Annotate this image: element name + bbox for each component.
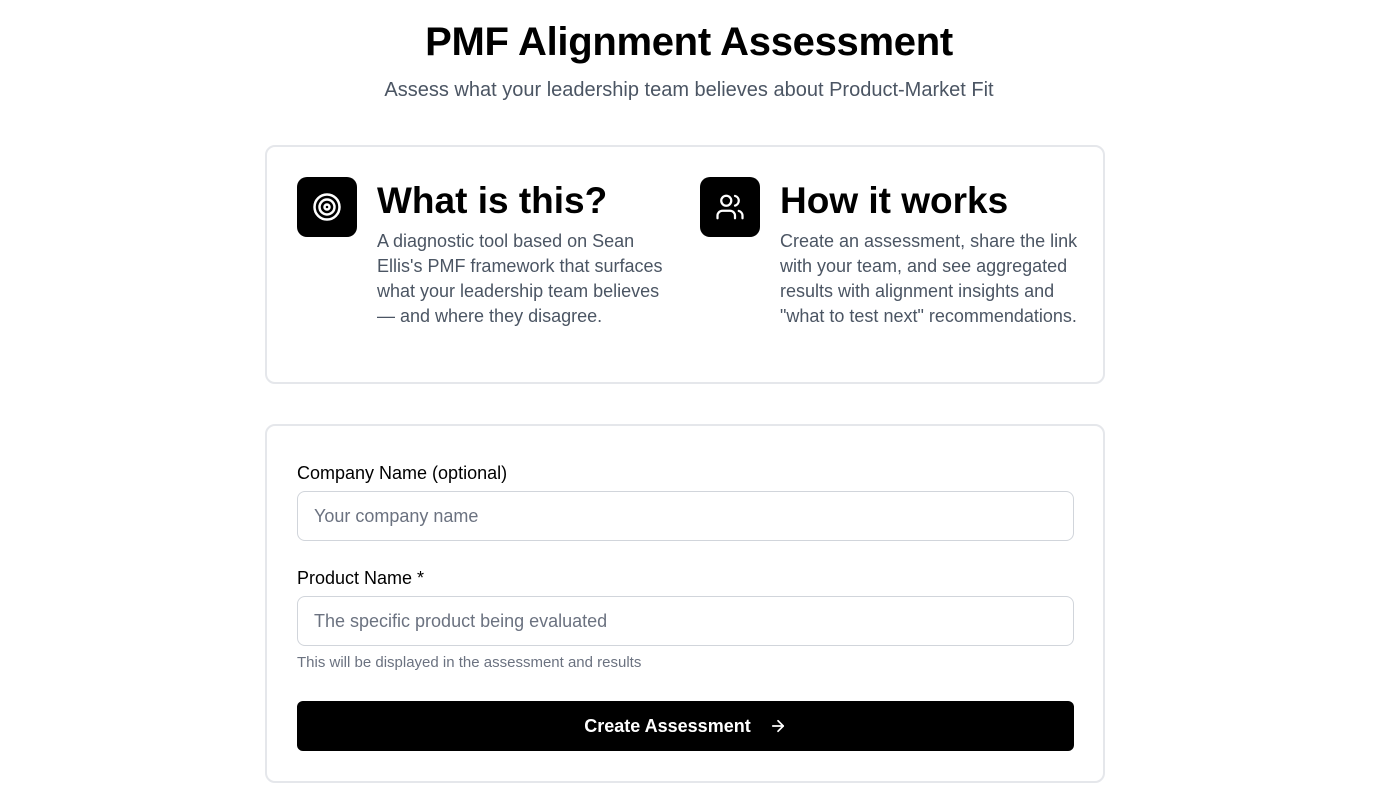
product-name-input[interactable] <box>297 596 1074 646</box>
create-assessment-button[interactable]: Create Assessment <box>297 701 1074 751</box>
page-subtitle: Assess what your leadership team believe… <box>384 79 994 101</box>
company-name-label: Company Name (optional) <box>297 463 508 483</box>
create-assessment-label: Create Assessment <box>584 715 751 736</box>
info-card: What is this? A diagnostic tool based on… <box>265 145 1105 384</box>
users-icon <box>700 177 760 237</box>
product-name-label: Product Name * <box>297 568 425 588</box>
target-icon <box>297 177 357 237</box>
arrow-right-icon <box>769 717 787 735</box>
feature-description: A diagnostic tool based on Sean Ellis's … <box>377 231 663 326</box>
feature-description: Create an assessment, share the link wit… <box>780 231 1078 326</box>
company-name-input[interactable] <box>297 491 1074 541</box>
feature-title: What is this? <box>377 180 608 221</box>
page-title: PMF Alignment Assessment <box>425 20 953 64</box>
create-assessment-form: Company Name (optional) Product Name * T… <box>265 424 1105 783</box>
product-name-helper: This will be displayed in the assessment… <box>297 654 642 671</box>
feature-title: How it works <box>780 180 1009 221</box>
